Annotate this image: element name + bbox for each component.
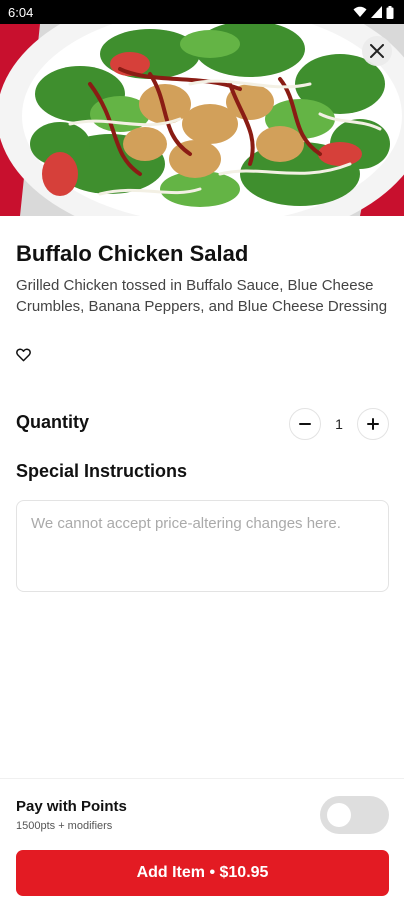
favorite-button[interactable] (16, 348, 32, 364)
item-hero-image (0, 24, 404, 216)
close-button[interactable] (362, 36, 392, 66)
close-icon (370, 44, 384, 58)
quantity-value: 1 (335, 416, 343, 432)
heart-icon (16, 348, 31, 362)
special-instructions-label: Special Instructions (16, 461, 188, 481)
status-icons (353, 5, 394, 19)
quantity-stepper: 1 (289, 408, 389, 440)
status-bar: 6:04 (0, 0, 404, 24)
status-time: 6:04 (8, 4, 34, 20)
add-item-button[interactable]: Add Item • $10.95 (16, 850, 389, 896)
item-title: Buffalo Chicken Salad (16, 241, 249, 266)
salad-photo (0, 24, 404, 216)
pay-with-points-title: Pay with Points (16, 798, 127, 815)
decrement-button[interactable] (289, 408, 321, 440)
pay-with-points-subtitle: 1500pts + modifiers (16, 820, 113, 832)
toggle-knob (327, 803, 351, 827)
wifi-icon (353, 6, 367, 17)
quantity-label: Quantity (16, 412, 90, 432)
increment-button[interactable] (357, 408, 389, 440)
cell-signal-icon (371, 6, 382, 18)
special-instructions-input[interactable] (16, 500, 389, 592)
pay-with-points-toggle[interactable] (320, 796, 389, 834)
bottom-action-bar: Pay with Points 1500pts + modifiers Add … (0, 778, 404, 900)
plus-icon (367, 418, 379, 430)
minus-icon (299, 423, 311, 425)
battery-icon (386, 5, 394, 19)
item-description: Grilled Chicken tossed in Buffalo Sauce,… (16, 277, 388, 315)
